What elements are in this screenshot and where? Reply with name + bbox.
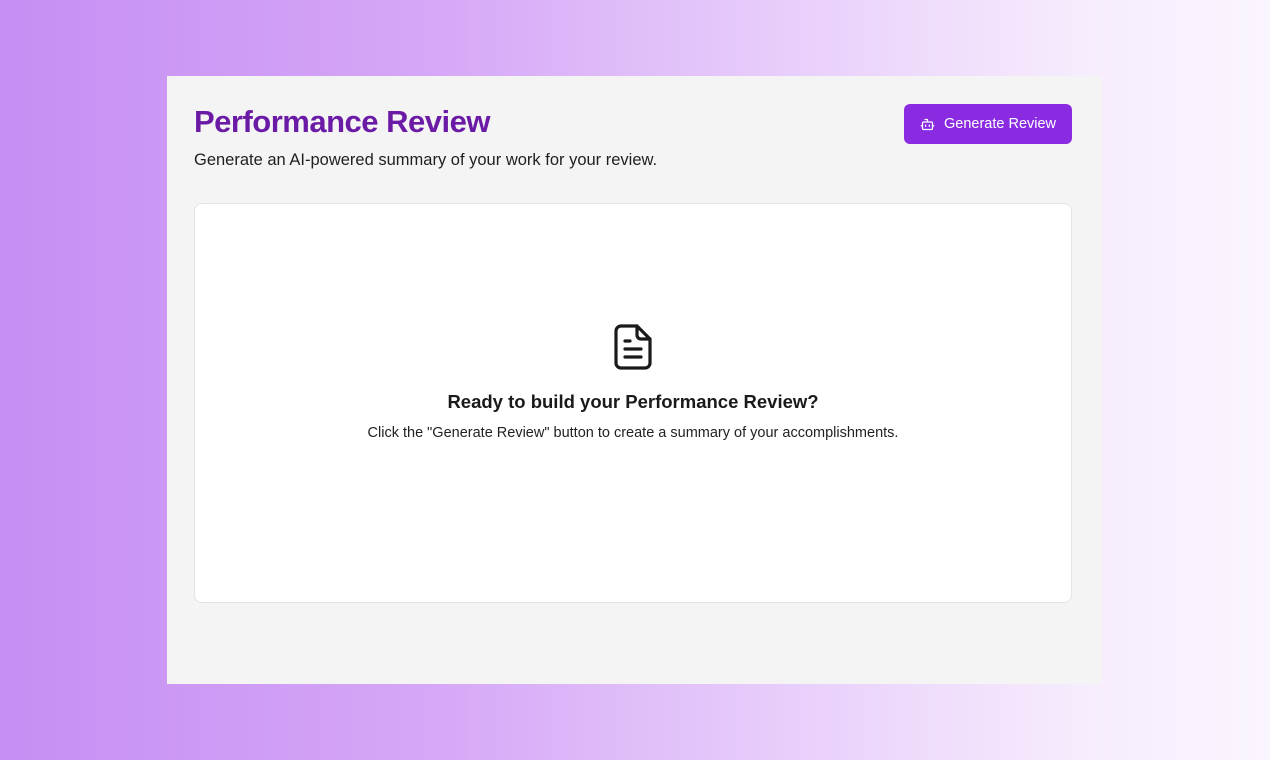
empty-state-text: Click the "Generate Review" button to cr… <box>367 425 899 441</box>
bot-icon <box>920 117 935 132</box>
document-icon <box>613 324 653 370</box>
generate-review-button[interactable]: Generate Review <box>904 104 1072 144</box>
page-subtitle: Generate an AI-powered summary of your w… <box>194 151 658 169</box>
generate-review-label: Generate Review <box>943 116 1057 132</box>
main-panel: Performance Review Generate an AI-powere… <box>167 76 1102 684</box>
page-title: Performance Review <box>194 104 490 139</box>
empty-state-title: Ready to build your Performance Review? <box>447 391 819 412</box>
review-content-card: Ready to build your Performance Review? … <box>194 203 1072 603</box>
